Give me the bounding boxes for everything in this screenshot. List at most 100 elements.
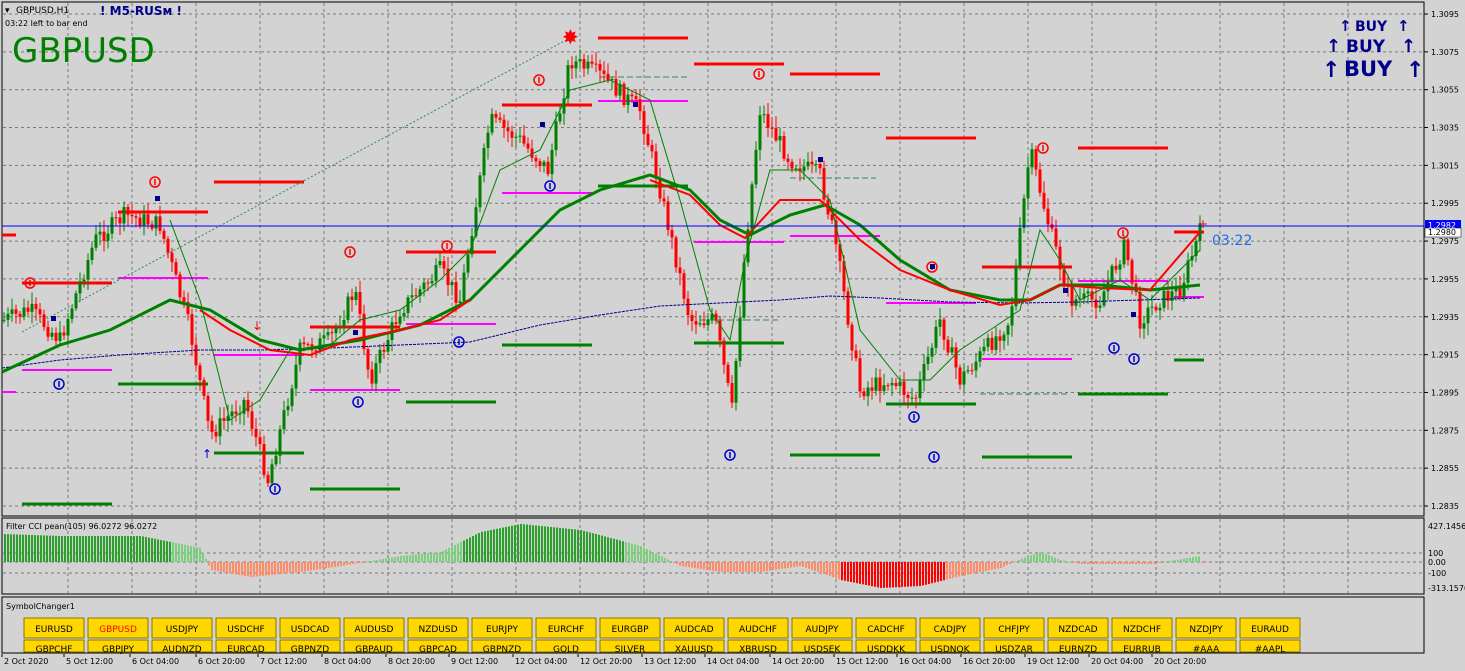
symbol-button-label[interactable]: NZDCAD	[1058, 625, 1097, 635]
symbol-button-label[interactable]: EURJPY	[486, 625, 518, 635]
symbol-button-label[interactable]: AUDUSD	[355, 625, 394, 635]
down-arrow-icon: ↓	[252, 319, 262, 333]
symbol-button-eurusd[interactable]: EURUSD	[23, 617, 85, 639]
symbol-button-label[interactable]: NZDCHF	[1123, 625, 1161, 635]
candle-body	[574, 61, 578, 69]
symbol-button-audcad[interactable]: AUDCAD	[663, 617, 725, 639]
chart-canvas[interactable]: ✸ ↑ ↓ + ▾ GBPUSD,H1 ! M5-RUSм ! 03:22 left …	[0, 0, 1465, 671]
cci-bar	[988, 562, 990, 571]
symbol-button-label[interactable]: GBPCHF	[36, 645, 73, 655]
symbol-button-audusd[interactable]: AUDUSD	[343, 617, 405, 639]
candle-body	[158, 216, 162, 231]
symbol-button-label[interactable]: GOLD	[553, 645, 579, 655]
cci-bar	[967, 562, 969, 575]
cci-bar	[1042, 552, 1044, 562]
cci-bar	[463, 540, 465, 562]
symbol-button-label[interactable]: USDCAD	[291, 625, 330, 635]
time-label: 20 Oct 04:00	[1091, 657, 1143, 666]
symbol-button-nzdusd[interactable]: NZDUSD	[407, 617, 469, 639]
symbol-button-usdchf[interactable]: USDCHF	[215, 617, 277, 639]
cci-bar	[763, 562, 765, 572]
symbol-button-label[interactable]: AUDNZD	[162, 645, 202, 655]
symbol-button-label[interactable]: GBPCAD	[419, 645, 457, 655]
candle-body	[10, 309, 14, 314]
symbol-button-label[interactable]: EURCAD	[227, 645, 265, 655]
symbol-button-label[interactable]: EURNZD	[1059, 645, 1097, 655]
symbol-button-label[interactable]: AUDCAD	[674, 625, 713, 635]
symbol-button-euraud[interactable]: EURAUD	[1239, 617, 1301, 639]
symbol-button-chfjpy[interactable]: CHFJPY	[983, 617, 1045, 639]
symbol-button-label[interactable]: USDDKK	[867, 645, 906, 655]
symbol-button-eurjpy[interactable]: EURJPY	[471, 617, 533, 639]
cci-bar	[1078, 562, 1080, 564]
indicator-name-label: ! M5-RUSм !	[100, 4, 182, 18]
symbol-button-label[interactable]: USDNOK	[931, 645, 971, 655]
symbol-button-eurchf[interactable]: EURCHF	[535, 617, 597, 639]
symbol-button-label[interactable]: AUDJPY	[805, 625, 839, 635]
cci-bar	[112, 536, 114, 562]
symbol-button-audchf[interactable]: AUDCHF	[727, 617, 789, 639]
symbol-button-label[interactable]: #AAPL	[1255, 645, 1286, 655]
symbol-button-label[interactable]: XAUUSD	[675, 645, 713, 655]
candle-body	[34, 303, 38, 310]
cci-bar	[667, 559, 669, 562]
symbol-button-usdcad[interactable]: USDCAD	[279, 617, 341, 639]
symbol-button-label[interactable]: NZDUSD	[418, 625, 457, 635]
cci-bar	[736, 562, 738, 572]
price-axis[interactable]: 1.3095 1.3075 1.3055 1.3035 1.3015 1.2995 1.29…	[1424, 10, 1459, 511]
collapse-arrow-icon[interactable]: ▾	[5, 6, 10, 16]
candle-body	[694, 321, 698, 325]
symbol-button-nzdcad[interactable]: NZDCAD	[1047, 617, 1109, 639]
symbol-button-label[interactable]: USDZAR	[995, 645, 1033, 655]
trading-terminal-chart[interactable]: ✸ ↑ ↓ + ▾ GBPUSD,H1 ! M5-RUSм ! 03:22 left …	[0, 0, 1465, 671]
cci-bar	[940, 562, 942, 581]
symbol-button-usdjpy[interactable]: USDJPY	[151, 617, 213, 639]
candle-body	[638, 99, 642, 112]
candle-body	[1142, 323, 1146, 329]
symbol-button-label[interactable]: GBPAUD	[355, 645, 393, 655]
symbol-button-label[interactable]: EURAUD	[1251, 625, 1289, 635]
symbol-button-label[interactable]: GBPJPY	[102, 645, 134, 655]
symbol-button-label[interactable]: GBPUSD	[99, 625, 137, 635]
symbol-button-label[interactable]: EURCHF	[548, 625, 584, 635]
symbol-button-label[interactable]: EURGBP	[611, 625, 649, 635]
candle-body	[886, 385, 890, 387]
symbol-button-cadchf[interactable]: CADCHF	[855, 617, 917, 639]
candle-body	[394, 322, 398, 324]
candle-body	[458, 301, 462, 303]
time-axis[interactable]: 2 Oct 2020 5 Oct 12:00 6 Oct 04:00 6 Oct 20…	[1, 654, 1206, 666]
cci-bar	[1123, 562, 1125, 564]
symbol-button-label[interactable]: AUDCHF	[739, 625, 777, 635]
symbol-button-nzdchf[interactable]: NZDCHF	[1111, 617, 1173, 639]
candle-body	[894, 383, 898, 387]
symbol-button-cadjpy[interactable]: CADJPY	[919, 617, 981, 639]
symbol-button-label[interactable]: SILVER	[615, 645, 646, 655]
price-tick-label: 1.3075	[1431, 48, 1459, 57]
symbol-button-label[interactable]: USDCHF	[227, 625, 264, 635]
cci-bar	[802, 562, 804, 567]
candle-body	[1130, 260, 1134, 284]
main-price-panel[interactable]	[1, 1, 1425, 517]
symbol-button-label[interactable]: CADJPY	[934, 625, 967, 635]
symbol-button-label[interactable]: USDJPY	[166, 625, 199, 635]
symbol-button-nzdjpy[interactable]: NZDJPY	[1175, 617, 1237, 639]
symbol-button-label[interactable]: EURUSD	[35, 625, 73, 635]
symbol-button-label[interactable]: XBRUSD	[739, 645, 777, 655]
symbol-button-label[interactable]: NZDJPY	[1189, 625, 1223, 635]
cci-bar	[655, 553, 657, 562]
symbol-button-label[interactable]: CHFJPY	[998, 625, 1030, 635]
symbol-button-audjpy[interactable]: AUDJPY	[791, 617, 853, 639]
symbol-button-label[interactable]: GBPNZD	[291, 645, 329, 655]
candle-body	[978, 351, 982, 362]
symbol-button-label[interactable]: CADCHF	[867, 625, 905, 635]
symbol-button-label[interactable]: USDSEK	[804, 645, 842, 655]
symbol-button-label[interactable]: GBPNZD	[483, 645, 521, 655]
symbol-button-label[interactable]: EURRUB	[1123, 645, 1161, 655]
candle-body	[130, 214, 134, 217]
cci-panel[interactable]	[1, 517, 1425, 595]
cci-bar	[1132, 562, 1134, 564]
symbol-button-label[interactable]: #AAA	[1193, 645, 1220, 655]
symbol-button-eurgbp[interactable]: EURGBP	[599, 617, 661, 639]
cci-bar	[976, 562, 978, 573]
symbol-button-gbpusd[interactable]: GBPUSD	[87, 617, 149, 639]
